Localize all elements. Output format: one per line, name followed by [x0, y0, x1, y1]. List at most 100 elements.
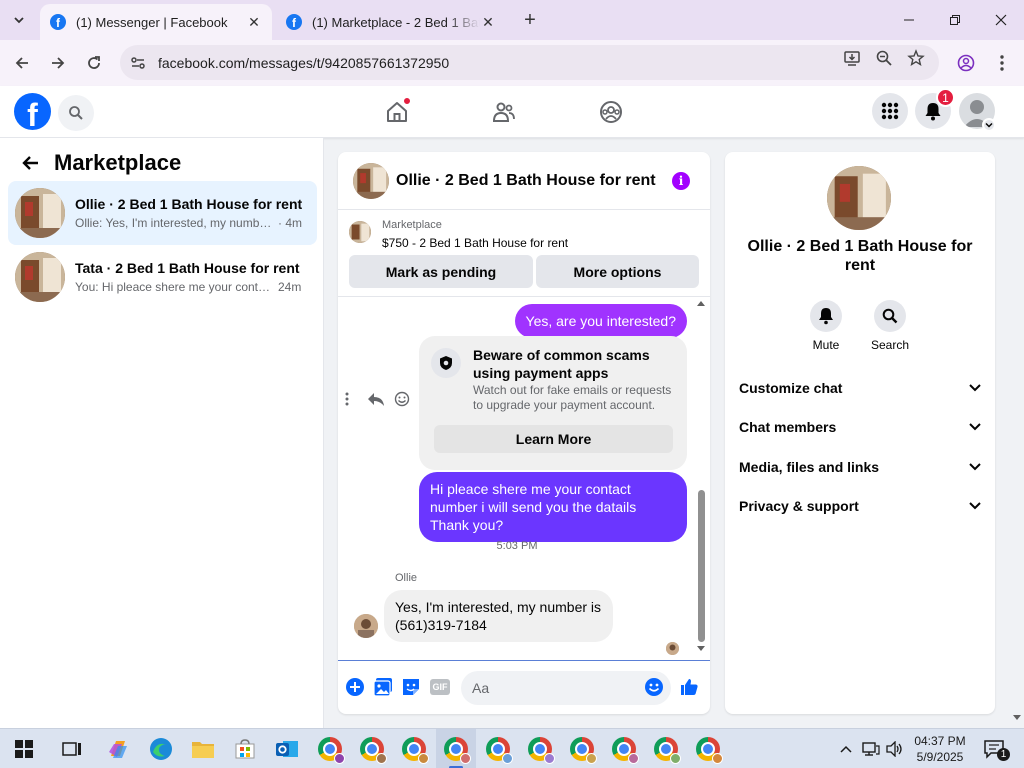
show-hidden-icons-icon[interactable] — [834, 735, 858, 763]
listing-price-title[interactable]: $750 - 2 Bed 1 Bath House for rent — [382, 236, 568, 250]
page-scroll-down-icon[interactable] — [1012, 714, 1022, 722]
home-notification-dot — [403, 97, 411, 105]
section-customize-chat[interactable]: Customize chat — [739, 376, 981, 400]
back-arrow-icon[interactable] — [18, 151, 42, 175]
photo-icon[interactable] — [373, 677, 393, 697]
minimize-button[interactable] — [886, 0, 932, 40]
more-options-button[interactable]: More options — [536, 255, 699, 288]
browser-menu-button[interactable] — [990, 51, 1014, 75]
sender-avatar[interactable] — [354, 614, 378, 638]
windows-start-icon[interactable] — [10, 735, 38, 763]
arrow-left-icon — [15, 57, 28, 69]
chevron-down-icon — [969, 423, 981, 431]
search-in-chat-button[interactable]: Search — [865, 300, 915, 352]
install-app-icon[interactable] — [840, 46, 864, 70]
facebook-favicon-icon: f — [286, 14, 302, 30]
facebook-search-button[interactable] — [58, 95, 94, 131]
reply-icon[interactable] — [366, 391, 386, 407]
thumbs-up-icon[interactable] — [679, 677, 699, 697]
menu-grid-button[interactable] — [872, 93, 908, 129]
emoji-icon[interactable] — [644, 677, 664, 697]
message-bubble-incoming[interactable]: Yes, I'm interested, my number is (561)3… — [384, 590, 613, 642]
more-vertical-icon[interactable] — [344, 392, 350, 406]
conversation-item[interactable]: Tata · 2 Bed 1 Bath House for rent You: … — [8, 245, 317, 309]
chrome-profile-icon[interactable] — [610, 735, 639, 764]
restore-button[interactable] — [932, 0, 978, 40]
address-bar[interactable]: facebook.com/messages/t/9420857661372950 — [120, 45, 939, 80]
mark-as-pending-button[interactable]: Mark as pending — [349, 255, 533, 288]
new-tab-button[interactable]: + — [520, 9, 540, 31]
chrome-profile-icon[interactable] — [400, 735, 429, 764]
add-plus-icon[interactable] — [345, 677, 365, 697]
microsoft-store-icon[interactable] — [231, 735, 259, 763]
section-label: Privacy & support — [739, 498, 859, 514]
chrome-profile-icon[interactable] — [694, 735, 723, 764]
chrome-profile-icon[interactable] — [568, 735, 597, 764]
section-chat-members[interactable]: Chat members — [739, 415, 981, 439]
forward-button[interactable] — [46, 51, 70, 75]
close-window-button[interactable] — [978, 0, 1024, 40]
learn-more-button[interactable]: Learn More — [434, 425, 673, 453]
conversation-name: Ollie · 2 Bed 1 Bath House for rent — [75, 196, 303, 212]
chrome-profile-icon[interactable] — [652, 735, 681, 764]
notification-center-icon[interactable]: 1 — [980, 735, 1010, 763]
scrollbar-thumb[interactable] — [698, 490, 705, 642]
gif-icon[interactable]: GIF — [429, 677, 451, 697]
chrome-profile-icon[interactable] — [358, 735, 387, 764]
chat-avatar[interactable] — [353, 162, 389, 199]
facebook-logo[interactable]: f — [14, 93, 51, 130]
task-view-icon[interactable] — [58, 735, 86, 763]
browser-tab-marketplace[interactable]: f (1) Marketplace - 2 Bed 1 Bath House f… — [276, 4, 506, 40]
react-emoji-icon[interactable] — [394, 391, 410, 407]
chevron-down-icon — [14, 17, 24, 24]
gif-label: GIF — [432, 682, 448, 692]
info-icon[interactable]: i — [672, 172, 690, 190]
message-bubble-outgoing[interactable]: Yes, are you interested? — [514, 304, 687, 338]
chrome-profile-icon[interactable] — [442, 735, 471, 764]
system-clock[interactable]: 04:37 PM 5/9/2025 — [912, 733, 968, 765]
nav-friends[interactable] — [490, 98, 518, 126]
file-explorer-icon[interactable] — [189, 735, 217, 763]
edge-browser-icon[interactable] — [147, 735, 175, 763]
message-bubble-outgoing[interactable]: Hi pleace shere me your contact number i… — [419, 472, 687, 542]
volume-icon[interactable] — [884, 735, 906, 763]
mute-button[interactable]: Mute — [801, 300, 851, 352]
listing-thumbnail[interactable] — [349, 221, 371, 243]
clock-time: 04:37 PM — [914, 734, 966, 748]
chevron-down-icon — [969, 384, 981, 392]
zoom-icon[interactable] — [872, 46, 896, 70]
message-input[interactable]: Aa — [461, 671, 671, 705]
message-sender-name: Ollie — [395, 572, 418, 584]
conversation-list-panel: Marketplace Ollie · 2 Bed 1 Bath House f… — [0, 138, 324, 729]
profile-button[interactable] — [954, 51, 978, 75]
chrome-profile-icon[interactable] — [316, 735, 345, 764]
bookmark-star-icon[interactable] — [904, 46, 928, 70]
listing-avatar — [15, 252, 65, 302]
listing-label: Marketplace — [382, 219, 442, 231]
chrome-profile-icon[interactable] — [484, 735, 513, 764]
close-tab-icon[interactable]: ✕ — [480, 14, 496, 30]
conversation-preview: Ollie: Yes, I'm interested, my number ..… — [75, 216, 275, 230]
chrome-profile-icon[interactable] — [526, 735, 555, 764]
sticker-icon[interactable] — [401, 677, 421, 697]
browser-tab-messenger[interactable]: f (1) Messenger | Facebook ✕ — [40, 4, 272, 40]
shield-icon — [431, 348, 461, 378]
conversation-item[interactable]: Ollie · 2 Bed 1 Bath House for rent Olli… — [8, 181, 317, 245]
scam-warning-description: Watch out for fake emails or requests to… — [473, 383, 672, 412]
network-icon[interactable] — [860, 735, 882, 763]
site-info-icon[interactable] — [126, 51, 150, 75]
tab-search-dropdown[interactable] — [6, 8, 32, 32]
close-tab-icon[interactable]: ✕ — [246, 14, 262, 30]
details-avatar[interactable] — [827, 166, 891, 230]
back-button[interactable] — [10, 51, 34, 75]
reload-button[interactable] — [82, 51, 106, 75]
section-media-files-links[interactable]: Media, files and links — [739, 455, 981, 479]
section-privacy-support[interactable]: Privacy & support — [739, 494, 981, 518]
search-icon — [874, 300, 906, 332]
chat-title[interactable]: Ollie · 2 Bed 1 Bath House for rent — [396, 172, 656, 190]
copilot-icon[interactable] — [104, 735, 132, 763]
nav-groups[interactable] — [597, 98, 625, 126]
tab-title: (1) Messenger | Facebook — [76, 14, 228, 30]
account-chevron[interactable] — [982, 118, 996, 132]
outlook-icon[interactable] — [273, 735, 301, 763]
